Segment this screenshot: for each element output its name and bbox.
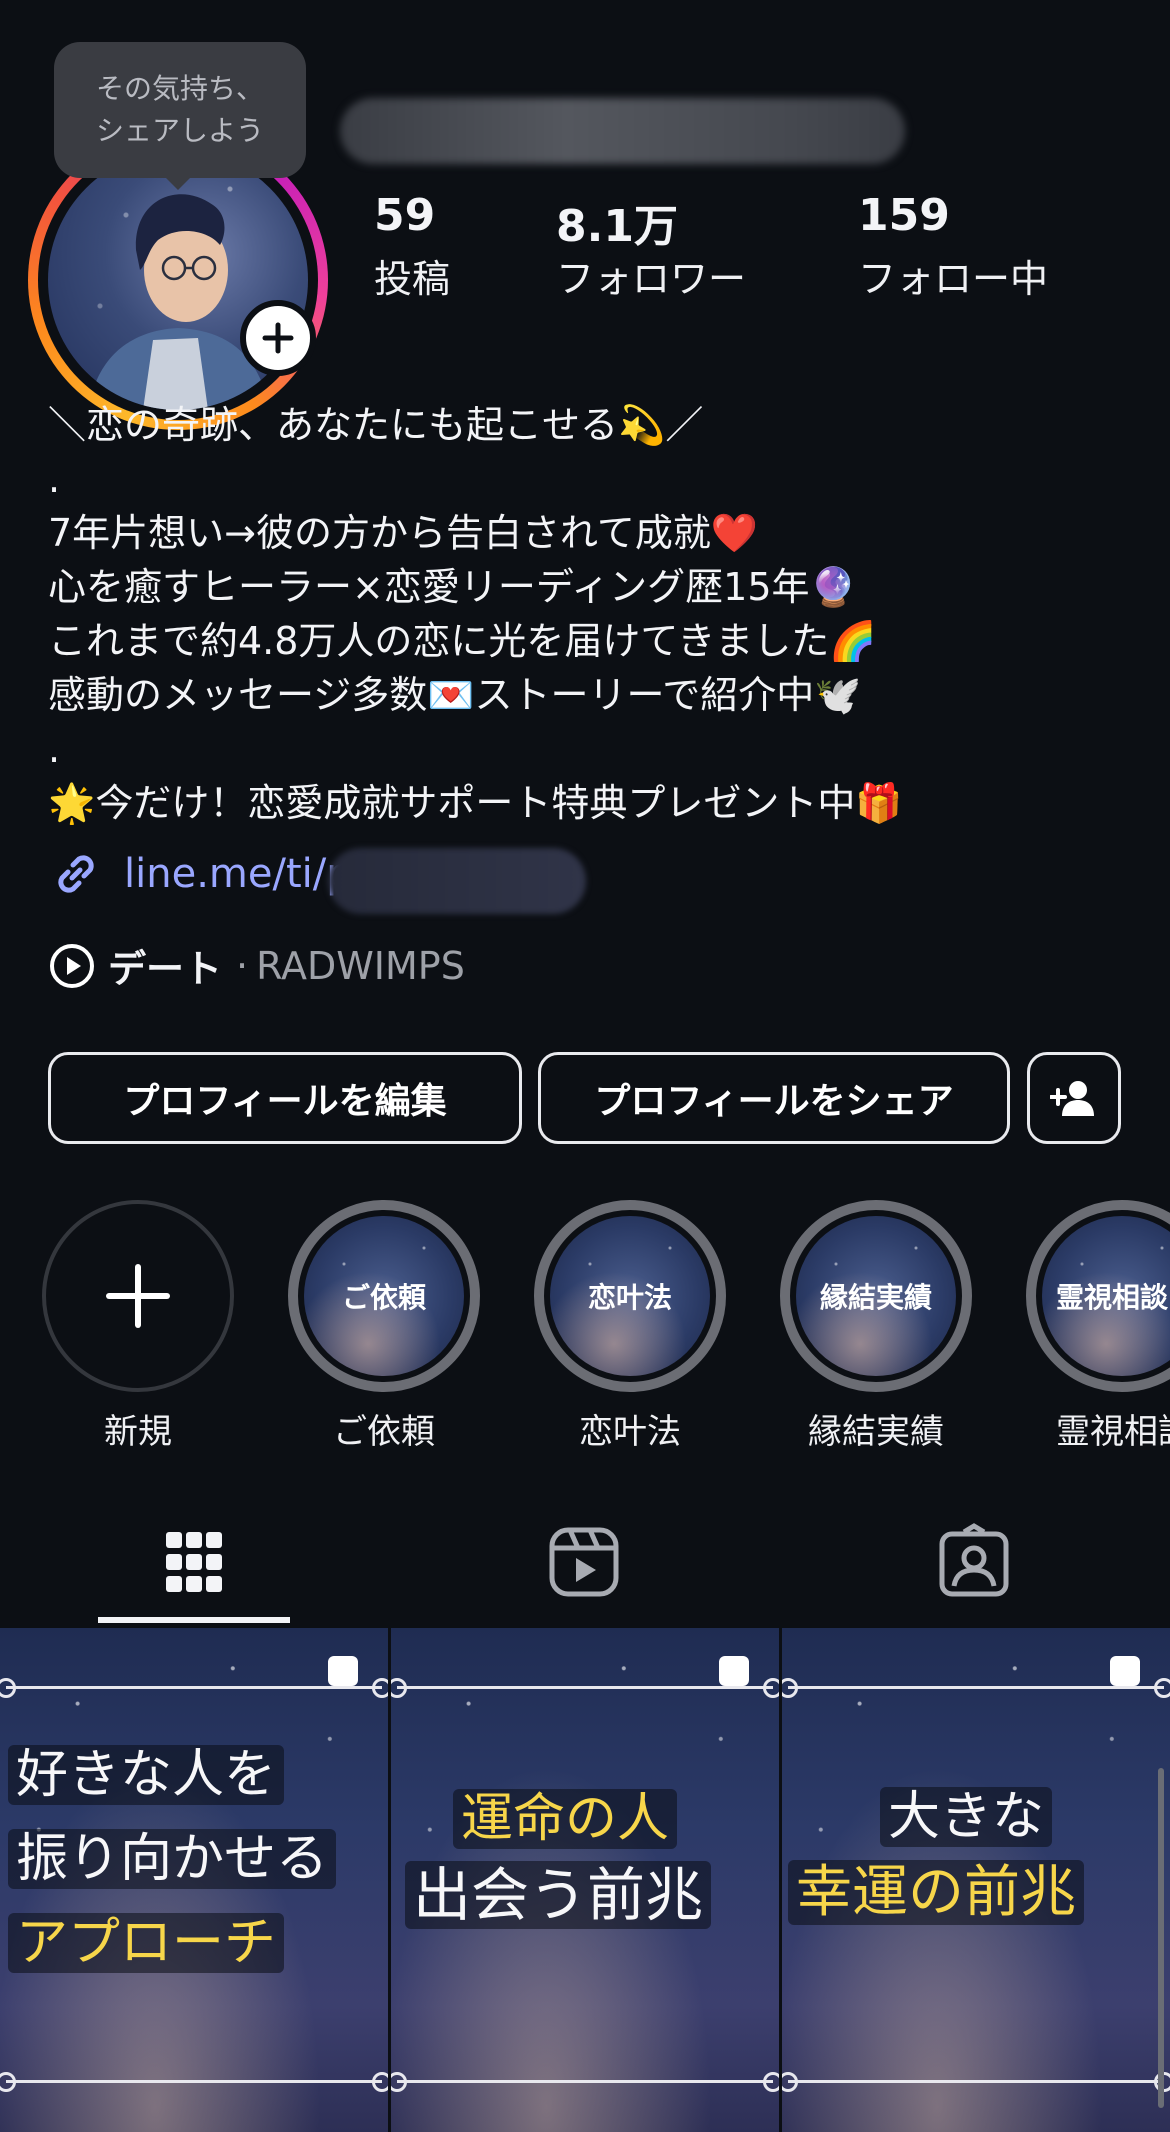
posts-count[interactable]: 59 (374, 190, 435, 241)
following-count[interactable]: 159 (858, 190, 950, 241)
profile-bio: ＼恋の奇跡、あなたにも起こせる💫／ . 7年片想い→彼の方から告白されて成就❤️… (48, 403, 903, 825)
discover-people-button[interactable] (1027, 1052, 1121, 1144)
highlight-label-enmusubi[interactable]: 縁結実績 (766, 1404, 986, 1453)
share-profile-button[interactable]: プロフィールをシェア (538, 1052, 1010, 1144)
highlight-irai[interactable]: ご依頼 (288, 1200, 480, 1392)
play-circle-icon (50, 943, 94, 988)
followers-label[interactable]: フォロワー (556, 248, 746, 303)
profile-music[interactable]: デート · RADWIMPS (48, 938, 465, 993)
post-text-line: 幸運の前兆 (788, 1860, 1084, 1925)
highlight-cover: 恋叶法 (550, 1216, 710, 1376)
link-text[interactable]: line.me/ti/p (124, 851, 352, 897)
tooltip-line-1: その気持ち、 (95, 72, 264, 105)
highlight-label-reishi[interactable]: 霊視相談 (1026, 1404, 1170, 1453)
post-tile[interactable]: 運命の人 出会う前兆 (391, 1628, 779, 2132)
highlight-cover: ご依頼 (304, 1216, 464, 1376)
highlight-label-new[interactable]: 新規 (28, 1404, 248, 1453)
posts-label[interactable]: 投稿 (374, 248, 450, 303)
post-text-line: 大きな (880, 1787, 1053, 1847)
post-text-line: 好きな人を (8, 1745, 285, 1805)
highlight-enmusubi[interactable]: 縁結実績 (780, 1200, 972, 1392)
profile-link[interactable]: line.me/ti/p (48, 846, 352, 902)
highlight-cover: 縁結実績 (796, 1216, 956, 1376)
blurred-username (340, 98, 905, 164)
post-text-line: 運命の人 (453, 1789, 678, 1849)
multi-post-icon (328, 1656, 358, 1686)
highlight-reishi[interactable]: 霊視相談 (1026, 1200, 1170, 1392)
add-story-button[interactable] (240, 300, 316, 376)
new-highlight-button[interactable] (42, 1200, 234, 1392)
highlight-label-irai[interactable]: ご依頼 (274, 1404, 494, 1453)
tooltip-line-2: シェアしよう (95, 114, 264, 147)
active-tab-indicator (98, 1617, 290, 1623)
multi-post-icon (719, 1656, 749, 1686)
tab-posts-grid[interactable] (154, 1522, 234, 1602)
post-text-line: アプローチ (8, 1913, 285, 1973)
music-separator: · (236, 943, 249, 988)
add-person-icon (1050, 1081, 1094, 1116)
music-title: デート (108, 947, 223, 991)
edit-profile-button[interactable]: プロフィールを編集 (48, 1052, 522, 1144)
following-label[interactable]: フォロー中 (858, 248, 1048, 303)
post-text-line: 振り向かせる (8, 1829, 337, 1889)
music-artist: RADWIMPS (256, 943, 465, 988)
tab-tagged[interactable] (934, 1522, 1014, 1602)
blurred-link-part (328, 848, 586, 914)
reels-icon (549, 1527, 619, 1597)
multi-post-icon (1110, 1656, 1140, 1686)
plus-icon (262, 322, 294, 354)
post-tile[interactable]: 大きな 幸運の前兆 (782, 1628, 1170, 2132)
post-tile[interactable]: 好きな人を 振り向かせる アプローチ (0, 1628, 388, 2132)
highlight-label-koikanau[interactable]: 恋叶法 (520, 1404, 740, 1453)
followers-count[interactable]: 8.1万 (556, 190, 678, 254)
post-text-line: 出会う前兆 (405, 1861, 712, 1929)
scrollbar[interactable] (1158, 1768, 1164, 2108)
tab-reels[interactable] (544, 1522, 624, 1602)
share-feeling-tooltip[interactable]: その気持ち、 シェアしよう (54, 42, 306, 190)
plus-icon (106, 1264, 170, 1328)
grid-icon (166, 1532, 222, 1592)
highlight-cover: 霊視相談 (1042, 1216, 1170, 1376)
highlight-koikanau[interactable]: 恋叶法 (534, 1200, 726, 1392)
tagged-icon (939, 1523, 1009, 1597)
link-icon (58, 855, 94, 893)
